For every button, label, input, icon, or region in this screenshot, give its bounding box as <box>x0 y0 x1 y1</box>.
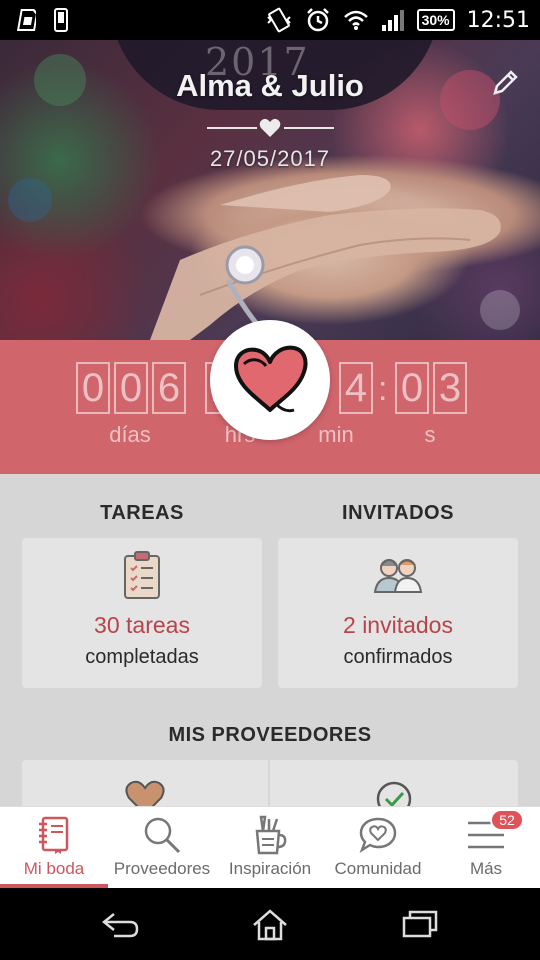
alarm-icon <box>306 8 329 32</box>
checkmark-circle-icon <box>376 781 412 806</box>
heart-icon <box>259 118 281 137</box>
guests-count: 2 invitados <box>343 612 453 638</box>
vendor-card[interactable] <box>270 760 518 806</box>
nav-comunidad[interactable]: Comunidad <box>324 807 432 889</box>
battery-percent: 30% <box>421 12 450 28</box>
notebook-icon <box>39 816 69 854</box>
system-navigation-bar <box>0 888 540 960</box>
nav-label: Inspiración <box>228 859 312 878</box>
tasks-title: TAREAS <box>100 502 184 524</box>
signal-icon <box>381 10 404 31</box>
tasks-subtitle: completadas <box>85 646 199 668</box>
pencil-cup-icon <box>255 815 287 855</box>
nav-label: Más <box>469 859 503 878</box>
tasks-card[interactable]: 30 tareas completadas <box>22 538 262 688</box>
clock: 12:51 <box>466 7 530 33</box>
wifi-icon <box>343 10 368 30</box>
countdown-digit: 3 <box>433 362 467 414</box>
home-icon[interactable] <box>250 908 290 942</box>
pencil-icon[interactable] <box>490 68 520 98</box>
status-bar: 30% 12:51 <box>0 0 540 40</box>
countdown-digit: 4 <box>339 362 373 414</box>
notification-badge: 52 <box>490 809 524 831</box>
heart-icon <box>125 780 165 806</box>
clipboard-checklist-icon <box>124 551 160 599</box>
nav-proveedores[interactable]: Proveedores <box>108 807 216 889</box>
guests-icon <box>373 559 423 593</box>
nav-inspiracion[interactable]: Inspiración <box>216 807 324 889</box>
nav-label: Proveedores <box>113 859 211 878</box>
countdown-separator: : <box>378 370 388 408</box>
nav-mi-boda[interactable]: Mi boda <box>0 807 108 889</box>
recent-apps-icon[interactable] <box>400 908 440 940</box>
chat-heart-icon <box>359 817 397 854</box>
countdown-seconds-label: s <box>424 422 436 447</box>
nav-label: Comunidad <box>334 859 422 878</box>
screen: 30% 12:51 2017 Alma & Julio 27/05/2017 0… <box>0 0 540 960</box>
phone-icon <box>54 8 68 32</box>
countdown-seconds: 0 3 <box>395 362 467 414</box>
guests-card[interactable]: 2 invitados confirmados <box>278 538 518 688</box>
sim-card-icon <box>16 9 36 31</box>
nav-label: Mi boda <box>23 859 85 878</box>
countdown-digit: 6 <box>152 362 186 414</box>
guests-subtitle: confirmados <box>343 646 453 668</box>
countdown-days-label: días <box>109 422 151 447</box>
dashboard: TAREAS INVITADOS 30 tareas completadas 2… <box>0 474 540 806</box>
wedding-cover-photo[interactable]: 2017 Alma & Julio 27/05/2017 <box>0 40 540 340</box>
couple-names: Alma & Julio <box>176 68 364 103</box>
guests-title: INVITADOS <box>342 502 454 524</box>
countdown-digit: 0 <box>395 362 429 414</box>
countdown-minutes-label: min <box>318 422 354 447</box>
wedding-date: 27/05/2017 <box>209 146 331 171</box>
vibrate-icon <box>266 7 291 33</box>
countdown-digit: 0 <box>76 362 110 414</box>
vendor-card[interactable] <box>22 760 268 806</box>
tasks-count: 30 tareas <box>94 612 190 638</box>
heart-badge[interactable] <box>210 320 330 440</box>
countdown-days: 0 0 6 <box>76 362 186 414</box>
vendors-title: MIS PROVEEDORES <box>168 724 372 746</box>
bottom-navigation: Mi boda Proveedores Inspiración Comunida… <box>0 806 540 888</box>
countdown-digit: 0 <box>114 362 148 414</box>
battery-icon: 30% <box>416 9 455 31</box>
heart-icon <box>234 345 308 413</box>
heart-divider <box>207 118 334 138</box>
search-icon <box>144 817 181 854</box>
countdown-minutes: 4 <box>339 362 373 414</box>
back-icon[interactable] <box>100 908 140 940</box>
